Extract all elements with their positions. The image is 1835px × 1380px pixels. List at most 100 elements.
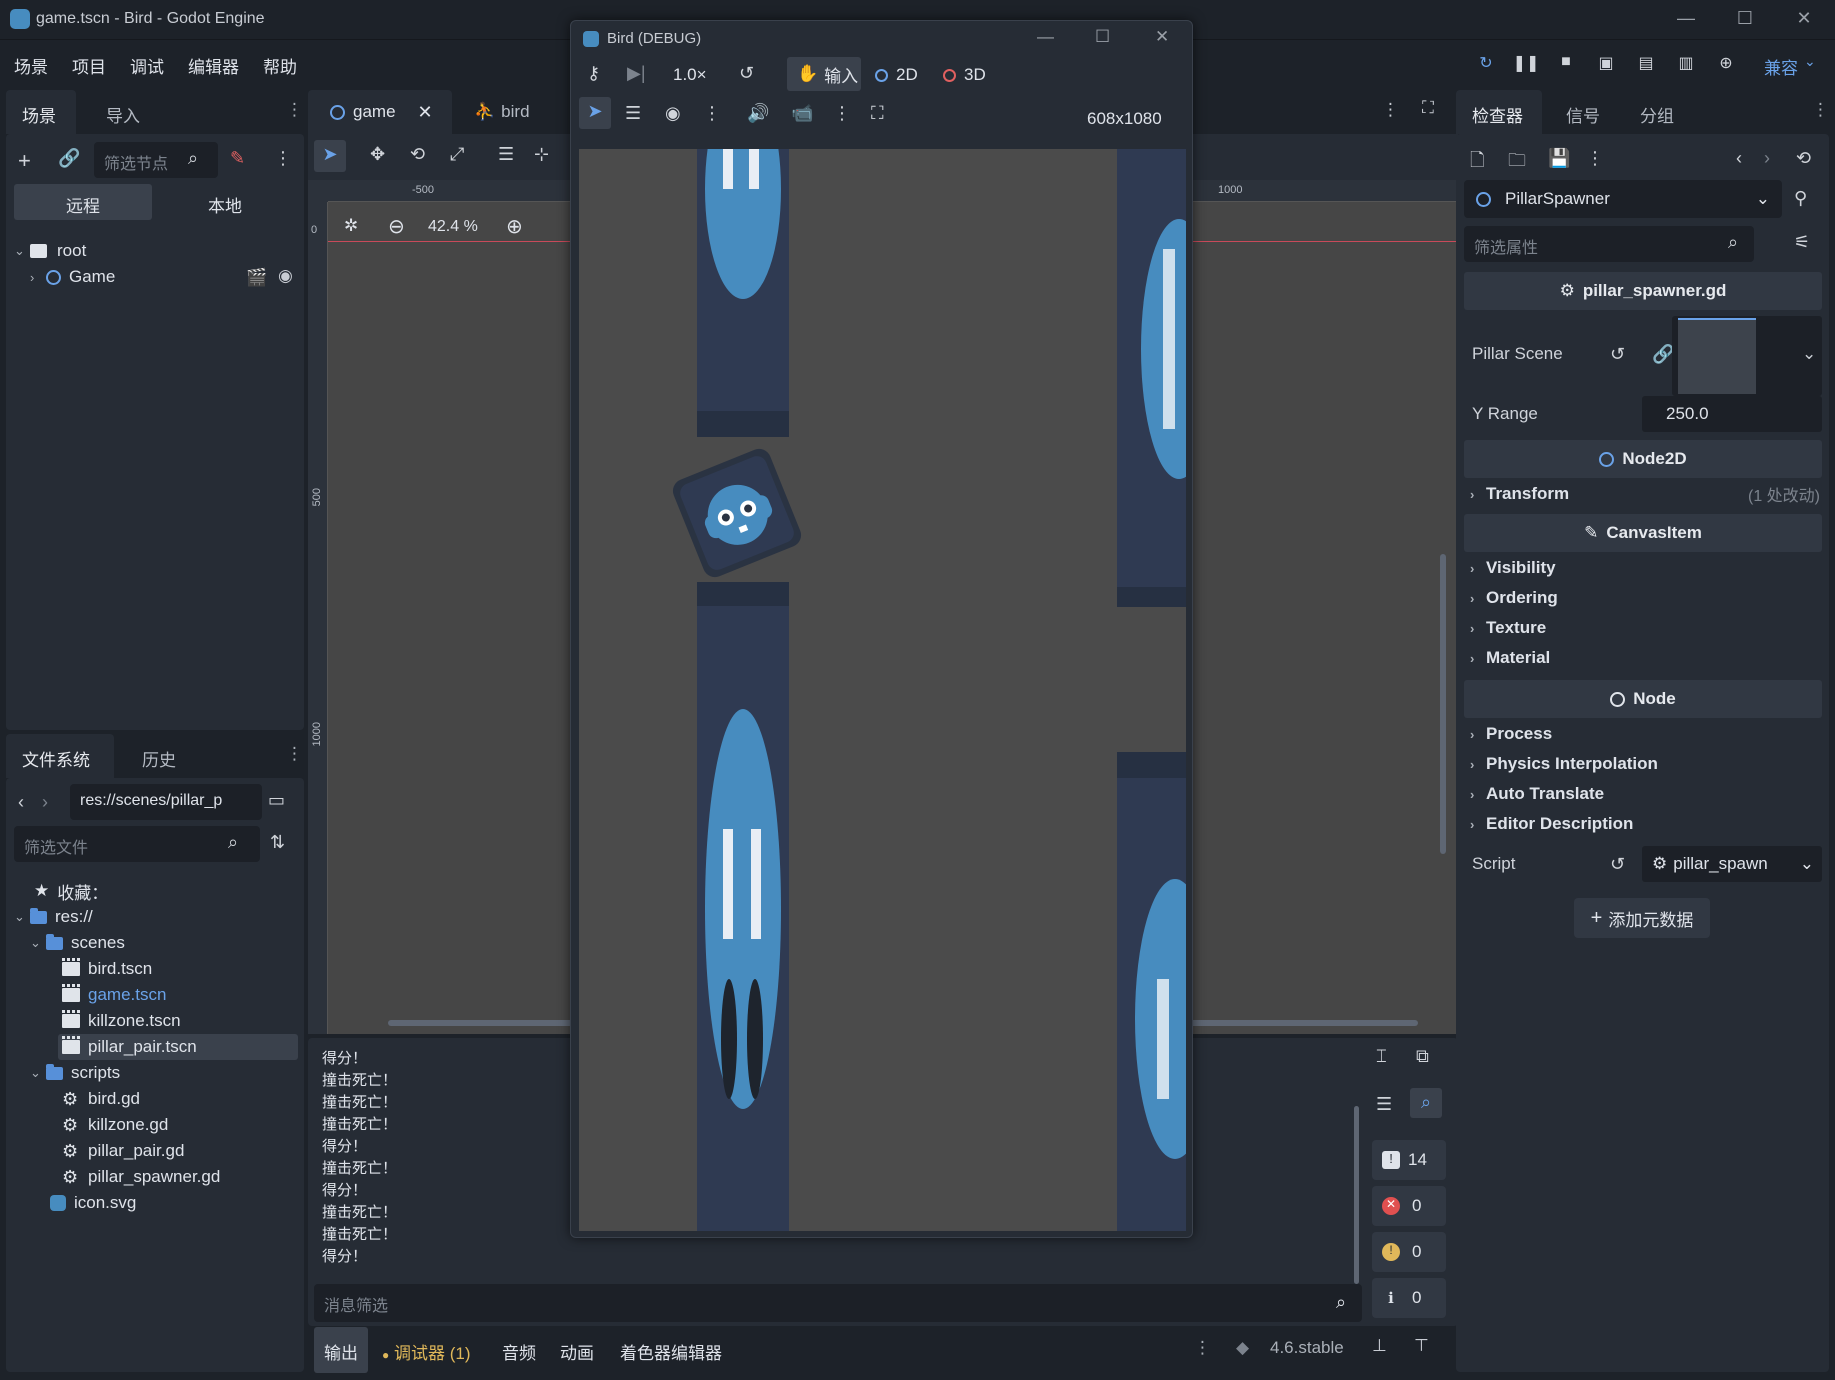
group-process[interactable]: › Process xyxy=(1470,724,1552,744)
load-resource-icon[interactable]: 🗀 xyxy=(1508,148,1526,178)
file-item-icon-svg[interactable]: icon.svg xyxy=(50,1190,136,1216)
file-item-killzone-tscn[interactable]: killzone.tscn xyxy=(62,1008,181,1034)
debug-close-button[interactable]: ✕ xyxy=(1155,27,1169,47)
game-viewport[interactable] xyxy=(579,149,1186,1231)
zoom-out-icon[interactable]: ⊖ xyxy=(388,214,405,239)
pause-icon[interactable]: ❚❚ xyxy=(1512,53,1540,77)
camera-override-icon[interactable]: 📹 xyxy=(791,103,813,124)
clear-log-icon[interactable]: ⌶ xyxy=(1376,1046,1387,1067)
message-filter-input[interactable]: 消息筛选 xyxy=(314,1284,1362,1322)
history-back-icon[interactable]: ‹ xyxy=(1736,148,1742,169)
time-scale[interactable]: 1.0× xyxy=(673,65,707,85)
file-item-bird-gd[interactable]: ⚙ bird.gd xyxy=(62,1086,140,1112)
canvasitem-section-header[interactable]: ✎ CanvasItem xyxy=(1464,514,1822,552)
history-forward-icon[interactable]: › xyxy=(1764,148,1770,169)
forward-icon[interactable]: › xyxy=(42,792,48,813)
stop-icon[interactable]: ■ xyxy=(1552,53,1580,77)
dock-menu-icon[interactable]: ⋮ xyxy=(286,100,303,120)
resource-menu-icon[interactable]: ⋮ xyxy=(1586,148,1604,169)
message-count[interactable]: ! 14 xyxy=(1372,1140,1446,1180)
input-toggle[interactable]: ✋ 输入 xyxy=(787,57,861,91)
tab-inspector[interactable]: 检查器 xyxy=(1456,90,1542,134)
close-tab-icon[interactable]: ✕ xyxy=(418,102,433,123)
group-transform[interactable]: › Transform (1 处改动) xyxy=(1470,484,1820,505)
renderer-select[interactable]: 兼容 xyxy=(1764,54,1798,79)
visibility-eye-icon[interactable]: ◉ xyxy=(665,103,681,124)
bottom-panel-menu-icon[interactable]: ⋮ xyxy=(1194,1338,1211,1358)
next-frame-icon[interactable]: ▶| xyxy=(627,63,646,84)
path-field[interactable]: res://scenes/pillar_p xyxy=(70,784,262,820)
menu-help[interactable]: 帮助 xyxy=(263,53,297,78)
file-item-killzone-gd[interactable]: ⚙ killzone.gd xyxy=(62,1112,168,1138)
bottom-tab-animation[interactable]: 动画 xyxy=(550,1327,604,1373)
new-resource-icon[interactable]: 🗋 xyxy=(1470,148,1484,178)
scene-tab-bird[interactable]: ⛹ bird xyxy=(474,90,530,134)
scale-tool-icon[interactable]: ⤢ xyxy=(450,144,464,165)
bottom-tab-debugger[interactable]: ● 调试器 (1) xyxy=(372,1327,480,1373)
filter-settings-icon[interactable]: ⚟ xyxy=(1794,232,1810,253)
fullscreen-icon[interactable]: ⛶ xyxy=(871,103,884,124)
group-ordering[interactable]: › Ordering xyxy=(1470,588,1558,608)
close-button[interactable]: ✕ xyxy=(1784,8,1824,29)
reload-scene-icon[interactable]: ↻ xyxy=(1472,53,1500,77)
minimize-button[interactable]: — xyxy=(1666,8,1706,29)
revert-icon[interactable]: ↺ xyxy=(1610,854,1625,875)
tab-groups[interactable]: 分组 xyxy=(1624,90,1690,134)
local-tab[interactable]: 本地 xyxy=(156,184,294,220)
embed-options-icon[interactable]: ⚷ xyxy=(587,63,600,84)
tree-item-root[interactable]: ⌄ root xyxy=(14,238,86,264)
group-visibility[interactable]: › Visibility xyxy=(1470,558,1556,578)
remote-tab[interactable]: 远程 xyxy=(14,184,152,220)
tab-scene[interactable]: 场景 xyxy=(6,90,76,134)
group-physics-interpolation[interactable]: › Physics Interpolation xyxy=(1470,754,1658,774)
group-material[interactable]: › Material xyxy=(1470,648,1550,668)
debug-maximize-button[interactable]: ☐ xyxy=(1095,27,1110,47)
mode-3d-button[interactable]: 3D xyxy=(943,65,986,85)
file-item-scripts[interactable]: ⌄ scripts xyxy=(30,1060,120,1086)
back-icon[interactable]: ‹ xyxy=(18,792,24,813)
node2d-section-header[interactable]: Node2D xyxy=(1464,440,1822,478)
tab-history[interactable]: 历史 xyxy=(126,734,192,778)
scene-tab-game[interactable]: game ✕ xyxy=(308,90,452,134)
attach-script-icon[interactable]: ✎ xyxy=(230,148,245,169)
list-select-icon[interactable]: ☰ xyxy=(498,144,514,165)
instance-scene-icon[interactable]: 🔗 xyxy=(58,148,80,169)
reset-speed-icon[interactable]: ↺ xyxy=(739,63,754,84)
center-view-icon[interactable]: ✲ xyxy=(344,216,358,236)
info-count[interactable]: ℹ 0 xyxy=(1372,1278,1446,1318)
pillar-scene-resource[interactable]: ⌄ xyxy=(1672,316,1822,396)
property-filter-input[interactable]: 筛选属性 xyxy=(1464,226,1754,262)
tree-item-game[interactable]: › Game 🎬 ◉ xyxy=(30,264,300,290)
error-count[interactable]: ✕ 0 xyxy=(1372,1186,1446,1226)
select-tool-icon[interactable]: ➤ xyxy=(579,97,611,129)
history-icon[interactable]: ⟲ xyxy=(1796,148,1811,169)
menu-editor[interactable]: 编辑器 xyxy=(188,53,239,78)
script-section-header[interactable]: ⚙ pillar_spawner.gd xyxy=(1464,272,1822,310)
tab-signals[interactable]: 信号 xyxy=(1550,90,1616,134)
distraction-free-icon[interactable]: ⛶ xyxy=(1422,98,1434,118)
file-item-pillar-pair-tscn[interactable]: pillar_pair.tscn xyxy=(58,1034,298,1060)
object-properties-icon[interactable]: ⚲ xyxy=(1794,188,1807,209)
chevron-down-icon[interactable]: ⌄ xyxy=(1802,344,1816,364)
file-item-res[interactable]: ⌄ res:// xyxy=(14,904,93,930)
scene-tabs-menu-icon[interactable]: ⋮ xyxy=(1382,100,1399,120)
chevron-down-icon[interactable]: ⌄ xyxy=(30,935,46,951)
sort-icon[interactable]: ⇅ xyxy=(270,832,285,853)
warning-count[interactable]: ! 0 xyxy=(1372,1232,1446,1272)
file-item-game-tscn[interactable]: game.tscn xyxy=(62,982,166,1008)
run-current-scene-icon[interactable]: ▤ xyxy=(1632,53,1660,77)
node-selector[interactable]: PillarSpawner ⌄ xyxy=(1464,180,1782,218)
zoom-level[interactable]: 42.4 % xyxy=(428,218,478,236)
split-mode-icon[interactable]: ▭ xyxy=(268,790,285,811)
collapse-icon[interactable]: ☰ xyxy=(1376,1094,1392,1115)
tab-filesystem[interactable]: 文件系统 xyxy=(6,734,114,778)
group-editor-description[interactable]: › Editor Description xyxy=(1470,814,1633,834)
file-item-scenes[interactable]: ⌄ scenes xyxy=(30,930,125,956)
bottom-tab-output[interactable]: 输出 xyxy=(314,1327,368,1373)
file-item-pillar-pair-gd[interactable]: ⚙ pillar_pair.gd xyxy=(62,1138,184,1164)
menu-project[interactable]: 项目 xyxy=(72,53,106,78)
select-tool-icon[interactable]: ➤ xyxy=(314,140,346,172)
group-texture[interactable]: › Texture xyxy=(1470,618,1546,638)
add-node-icon[interactable]: + xyxy=(18,148,31,174)
add-metadata-button[interactable]: + 添加元数据 xyxy=(1574,898,1710,938)
